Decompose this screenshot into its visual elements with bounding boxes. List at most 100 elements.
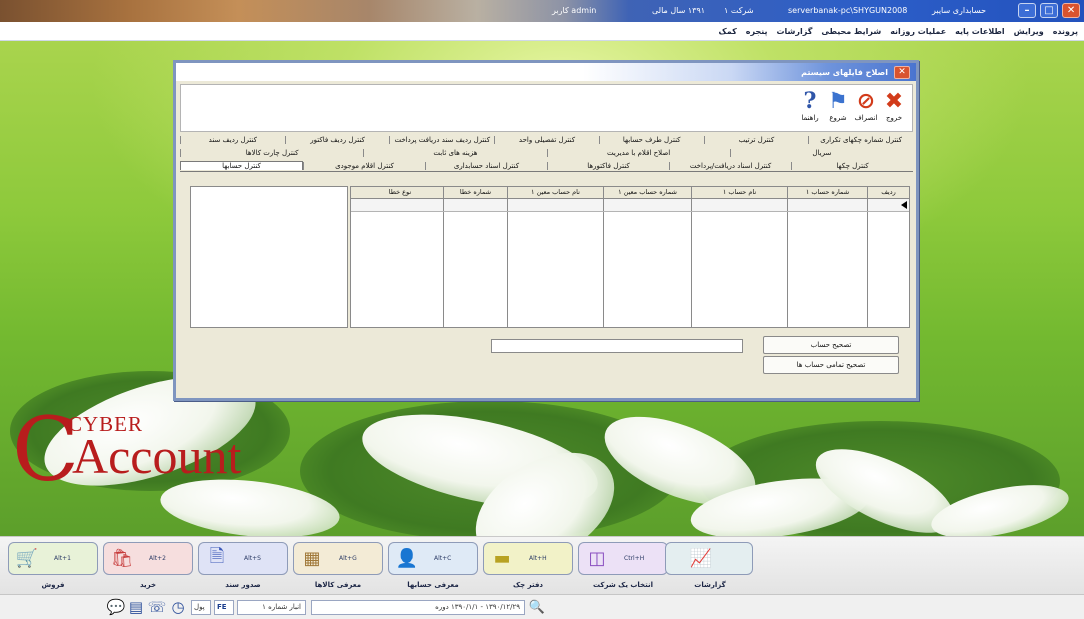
dialog-titlebar: ✕ اصلاح فایلهای سیستم — [176, 63, 916, 81]
document-icon: 🗎 — [209, 545, 225, 567]
shortcut-goods-label: معرفی کالاها — [314, 581, 362, 589]
accounts-icon: 👤 — [395, 548, 419, 569]
language-indicator: FE — [214, 600, 234, 615]
fix-account-button[interactable]: تصحیح حساب — [763, 336, 899, 354]
shortcut-select-company[interactable]: ◫ Ctrl+H — [578, 542, 668, 575]
shortcut-accounts[interactable]: 👤 Alt+C — [388, 542, 478, 575]
window-titlebar: – □ ✕ حسابداری سایبر serverbanak-pc\SHYG… — [0, 0, 1084, 22]
cancel-label: انصراف — [854, 114, 878, 122]
shortcut-reports-label: گزارشات — [694, 581, 726, 589]
menu-bar: پرونده ویرایش اطلاعات پایه عملیات روزانه… — [0, 22, 1084, 41]
tab-invoices[interactable]: کنترل فاکتورها — [547, 161, 669, 170]
calculator-icon[interactable]: ▤ — [127, 598, 145, 616]
server-name: serverbanak-pc\SHYGUN2008 — [788, 6, 908, 15]
dialog-close-button[interactable]: ✕ — [894, 65, 910, 79]
shortcut-sales-label: فروش — [41, 581, 65, 589]
shortcut-key: Alt+2 — [149, 555, 166, 562]
period-field[interactable]: ۱۳۹۰/۱۲/۲۹ - ۱۳۹۰/۱/۱ دوره — [311, 600, 525, 615]
tab-detail-unit[interactable]: کنترل تفصیلی واحد — [494, 136, 599, 144]
system-files-repair-dialog: ✕ اصلاح فایلهای سیستم ✖ خروج ⊘ انصراف ⚑ … — [173, 60, 919, 401]
col-account-name: نام حساب ۱ — [691, 187, 787, 198]
menu-base-info[interactable]: اطلاعات پایه — [955, 27, 1005, 36]
exit-label: خروج — [885, 114, 903, 122]
goods-icon: ▦ — [303, 548, 321, 569]
minimize-button[interactable]: – — [1018, 3, 1036, 18]
tab-order-check[interactable]: کنترل ترتیب — [703, 136, 809, 144]
shortcut-issue-voucher[interactable]: 🗎 Alt+S — [198, 542, 288, 575]
maximize-button[interactable]: □ — [1040, 3, 1058, 18]
menu-environment[interactable]: شرایط محیطی — [821, 27, 881, 36]
tab-cheques[interactable]: کنترل چکها — [791, 161, 913, 170]
col-row: ردیف — [867, 187, 909, 198]
shortcut-key: Alt+G — [339, 555, 357, 562]
status-bar: 💬 ▤ ☏ ◷ پول FE انبار شماره ۱ ۱۳۹۰/۱۲/۲۹ … — [0, 594, 1084, 619]
cheque-icon: ▬ — [493, 548, 511, 569]
company-icon: ◫ — [588, 548, 606, 569]
tab-items-management[interactable]: اصلاح اقلام با مدیریت — [546, 149, 730, 157]
app-title: حسابداری سایبر — [932, 6, 987, 15]
shortcut-sales[interactable]: 🛒 Alt+1 — [8, 542, 98, 575]
tab-goods-chart[interactable]: کنترل چارت کالاها — [180, 149, 363, 157]
col-error-type: نوع خطا — [388, 188, 412, 196]
col-account-number: شماره حساب ۱ — [787, 187, 867, 198]
tab-inventory-items[interactable]: کنترل اقلام موجودی — [303, 161, 425, 170]
tab-serial[interactable]: سریال — [729, 149, 913, 157]
tab-duplicate-cheques[interactable]: کنترل شماره چکهای تکراری — [808, 136, 913, 144]
shortcut-cheque-book-label: دفتر چک — [512, 581, 544, 589]
shortcut-cheque-book[interactable]: ▬ Alt+H — [483, 542, 573, 575]
shortcut-key: Alt+H — [529, 555, 547, 562]
shortcut-purchase-label: خرید — [139, 581, 157, 589]
fiscal-year: ۱۳۹۱ سال مالی — [652, 6, 706, 15]
exit-button[interactable]: ✖ خروج — [881, 88, 907, 123]
help-icon: ? — [803, 88, 817, 114]
tab-accounting-docs[interactable]: کنترل اسناد حسابداری — [425, 161, 547, 170]
fix-all-accounts-button[interactable]: تصحیح تمامی حساب ها — [763, 356, 899, 374]
menu-window[interactable]: پنجره — [746, 27, 768, 36]
phone-book-icon[interactable]: ☏ — [148, 598, 167, 616]
help-label: راهنما — [801, 114, 819, 122]
logo-account-text: Account — [72, 428, 242, 484]
grid-current-row[interactable] — [351, 199, 909, 212]
tab-receipt-payment-rows[interactable]: کنترل ردیف سند دریافت پرداخت — [389, 136, 494, 144]
menu-help[interactable]: کمک — [719, 27, 737, 36]
col-error-number: شماره خطا — [443, 187, 507, 198]
clock-icon[interactable]: ◷ — [169, 598, 187, 616]
menu-file[interactable]: پرونده — [1053, 27, 1078, 36]
menu-daily-operations[interactable]: عملیات روزانه — [890, 27, 946, 36]
progress-bar — [491, 339, 743, 353]
cancel-icon: ⊘ — [856, 88, 876, 114]
shortcut-goods[interactable]: ▦ Alt+G — [293, 542, 383, 575]
search-icon[interactable]: 🔍 — [528, 598, 546, 616]
report-icon: 📈 — [689, 548, 713, 569]
exit-icon: ✖ — [884, 88, 904, 114]
tab-counterparties[interactable]: کنترل طرف حسابها — [598, 136, 704, 144]
shortcut-purchase[interactable]: 🛍 Alt+2 — [103, 542, 193, 575]
errors-grid[interactable]: ردیف شماره حساب ۱ نام حساب ۱ شماره حساب … — [350, 186, 910, 328]
shortcut-key: Alt+C — [434, 555, 452, 562]
warehouse-field[interactable]: انبار شماره ۱ — [237, 600, 306, 615]
shortcut-key: Ctrl+H — [624, 555, 645, 562]
tab-row-2: سریال اصلاح اقلام با مدیریت هزینه های ثا… — [180, 147, 913, 159]
tab-fixed-costs[interactable]: هزینه های ثابت — [363, 149, 546, 157]
tab-invoice-rows[interactable]: کنترل ردیف فاکتور — [284, 136, 390, 144]
tab-voucher-rows[interactable]: کنترل ردیف سند — [179, 136, 285, 144]
shortcut-issue-voucher-label: صدور سند — [225, 581, 261, 589]
tab-receipt-payment-docs[interactable]: کنترل اسناد دریافت/پرداخت — [669, 161, 791, 170]
close-button[interactable]: ✕ — [1062, 3, 1080, 18]
menu-edit[interactable]: ویرایش — [1014, 27, 1044, 36]
start-button[interactable]: ⚑ شروع — [825, 88, 851, 123]
current-user: admin کاربر — [552, 6, 597, 15]
dialog-toolbar: ✖ خروج ⊘ انصراف ⚑ شروع ? راهنما — [180, 84, 913, 132]
help-button[interactable]: ? راهنما — [797, 88, 823, 122]
col-sub-account-name: نام حساب معین ۱ — [507, 187, 603, 198]
cart-icon: 🛒 — [15, 548, 39, 569]
grid-header: ردیف شماره حساب ۱ نام حساب ۱ شماره حساب … — [351, 187, 909, 199]
shortcut-reports[interactable]: 📈 — [665, 542, 753, 575]
tab-row-1: کنترل شماره چکهای تکراری کنترل ترتیب کنت… — [179, 134, 913, 146]
side-list-box[interactable] — [190, 186, 348, 328]
tab-accounts[interactable]: کنترل حسابها — [180, 161, 303, 170]
chat-icon[interactable]: 💬 — [107, 598, 126, 616]
menu-reports[interactable]: گزارشات — [776, 27, 812, 36]
col-sub-account-number: شماره حساب معین ۱ — [603, 187, 691, 198]
cancel-button[interactable]: ⊘ انصراف — [853, 88, 879, 123]
